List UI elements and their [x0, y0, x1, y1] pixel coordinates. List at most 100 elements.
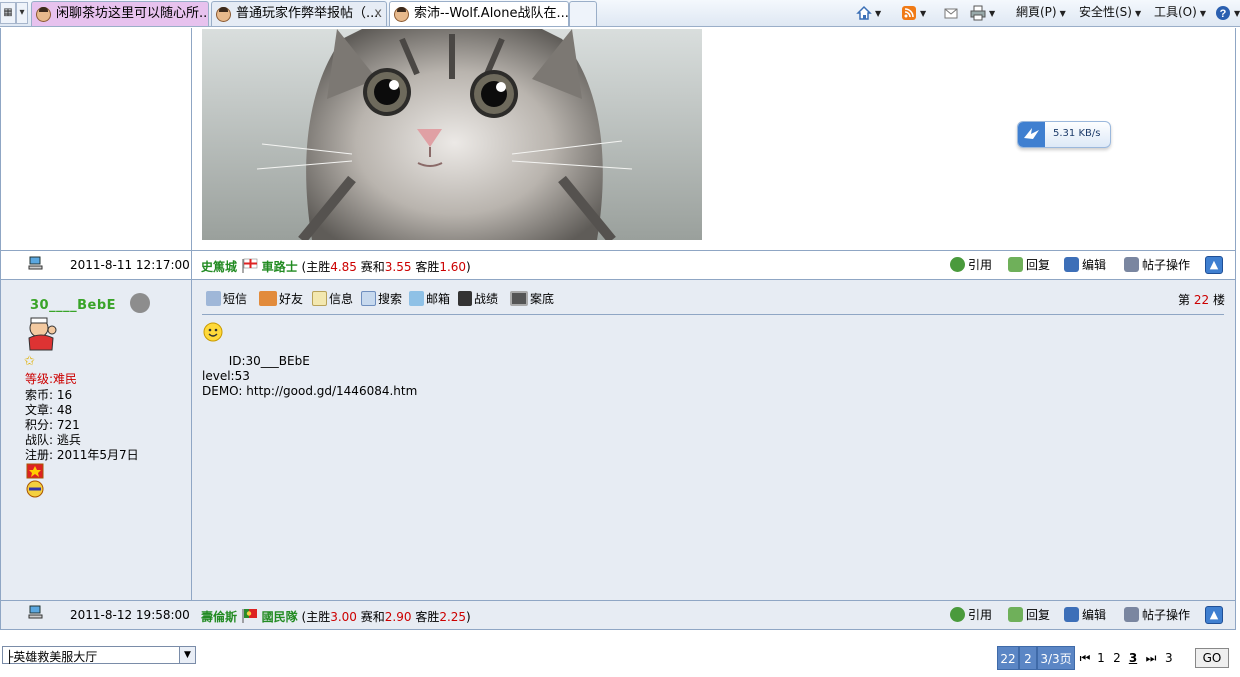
mail-button[interactable] — [943, 1, 959, 23]
floor-prefix: 第 — [1178, 293, 1191, 307]
user-face-icon — [394, 7, 409, 22]
reply-label: 回复 — [1026, 258, 1051, 272]
computer-icon — [28, 605, 43, 619]
away-label: 客胜 — [415, 260, 440, 274]
floor-number: 第 22 楼 — [1178, 291, 1225, 308]
pager-page-3[interactable]: 3 — [1127, 646, 1139, 670]
pager-first-button[interactable]: ⏮ — [1077, 646, 1093, 670]
user-face-icon — [216, 7, 231, 22]
tab-1[interactable]: 闲聊茶坊这里可以随心所... — [31, 1, 209, 26]
edit-button[interactable]: 编辑 — [1064, 257, 1106, 273]
toolbar-friend-label: 好友 — [279, 292, 304, 306]
divider — [0, 629, 1236, 630]
download-speed-widget[interactable]: 5.31 KB/s — [1017, 121, 1111, 148]
draw-label: 赛和 — [360, 260, 385, 274]
forum-jump-value: ├英雄救美服大厅 — [6, 650, 98, 664]
post-body — [192, 280, 1235, 600]
print-button[interactable]: ▼ — [970, 1, 995, 23]
history-icon — [510, 291, 528, 306]
pager-pages: 2 — [1019, 646, 1037, 670]
toolbar-mailbox-label: 邮箱 — [426, 292, 451, 306]
chevron-down-icon[interactable]: ▼ — [179, 647, 195, 663]
feeds-button[interactable]: ▼ — [901, 1, 926, 23]
edit-icon — [1064, 607, 1079, 622]
back-to-top-icon[interactable]: ▲ — [1205, 256, 1223, 274]
popeye-avatar[interactable] — [24, 316, 58, 352]
divider — [0, 250, 1236, 251]
quote-button[interactable]: 引用 — [950, 607, 992, 623]
home-odds: 4.85 — [330, 260, 357, 274]
pager-page-2[interactable]: 2 — [1111, 646, 1123, 670]
quick-tabs-button[interactable]: ▦ — [0, 2, 16, 24]
reply-button[interactable]: 回复 — [1008, 607, 1050, 623]
user-points: 积分: 721 — [25, 418, 80, 433]
new-tab-button[interactable] — [569, 1, 597, 26]
home-team: 壽倫斯 — [201, 610, 238, 624]
info-icon — [312, 291, 327, 306]
back-to-top-icon[interactable]: ▲ — [1205, 606, 1223, 624]
tools-menu[interactable]: 工具(O) ▼ — [1154, 1, 1206, 23]
kitten-photo — [202, 29, 702, 240]
points-value: 721 — [56, 418, 80, 432]
england-flag-icon — [242, 258, 258, 273]
pager-jump-input[interactable]: 3 — [1161, 646, 1191, 670]
toolbar-mailbox[interactable]: 邮箱 — [409, 291, 450, 307]
user-registered: 注册: 2011年5月7日 — [25, 448, 139, 463]
page-menu[interactable]: 網頁(P) ▼ — [1016, 1, 1066, 23]
toolbar-history-label: 案底 — [530, 292, 555, 306]
pager-last-button[interactable]: ⏭ — [1143, 646, 1159, 670]
coins-value: 16 — [56, 388, 73, 402]
tab-1-title: 闲聊茶坊这里可以随心所... — [56, 6, 209, 21]
away-odds: 1.60 — [439, 260, 467, 274]
points-label: 积分: — [25, 418, 54, 432]
help-button[interactable]: ? ▼ — [1215, 1, 1240, 23]
mail-icon — [944, 8, 958, 18]
reply-button[interactable]: 回复 — [1008, 257, 1050, 273]
tab-2-title: 普通玩家作弊举报帖（... — [236, 6, 379, 21]
toolbar-history[interactable]: 案底 — [510, 291, 554, 307]
friends-icon — [259, 291, 277, 306]
tab-3[interactable]: 索沛--Wolf.Alone战队在... — [389, 1, 569, 26]
away-label: 客胜 — [415, 610, 440, 624]
quote-button[interactable]: 引用 — [950, 257, 992, 273]
toolbar-search[interactable]: 搜索 — [361, 291, 402, 307]
manage-post-button[interactable]: 帖子操作 — [1124, 607, 1190, 623]
toolbar-info[interactable]: 信息 — [312, 291, 353, 307]
draw-odds: 3.55 — [384, 260, 412, 274]
level-value: 难民 — [53, 372, 78, 386]
away-team: 國民隊 — [261, 610, 298, 624]
svg-text:?: ? — [1220, 8, 1227, 20]
quote-label: 引用 — [968, 258, 993, 272]
toolbar-message[interactable]: 短信 — [206, 291, 247, 307]
reg-label: 注册: — [25, 448, 54, 462]
tab-close-icon[interactable]: x — [374, 2, 382, 26]
browser-tab-strip: ▦ ▾ 闲聊茶坊这里可以随心所... 普通玩家作弊举报帖（... x 索沛--W… — [0, 0, 1240, 27]
safety-menu[interactable]: 安全性(S) ▼ — [1079, 1, 1141, 23]
tab-list-dropdown[interactable]: ▾ — [16, 2, 28, 24]
pager-go-button[interactable]: GO — [1195, 648, 1229, 668]
articles-label: 文章: — [25, 403, 54, 417]
forum-jump-select[interactable]: ├英雄救美服大厅 ▼ — [2, 646, 196, 664]
portugal-flag-icon — [242, 609, 257, 623]
edit-button[interactable]: 编辑 — [1064, 607, 1106, 623]
computer-icon — [28, 256, 43, 270]
home-button[interactable]: ▼ — [856, 1, 881, 23]
post-time: 2011-8-12 19:58:00 — [70, 608, 190, 622]
smiley-icon — [203, 322, 223, 342]
toolbar-message-label: 短信 — [223, 292, 248, 306]
tab-3-title: 索沛--Wolf.Alone战队在... — [414, 6, 569, 21]
username[interactable]: 30____BebE — [30, 298, 116, 313]
rank-star-icon: ✩ — [24, 354, 35, 369]
table-border-right — [1235, 28, 1236, 630]
print-icon — [970, 5, 986, 20]
tab-2[interactable]: 普通玩家作弊举报帖（... x — [211, 1, 387, 26]
odds-open: (主胜 — [301, 610, 331, 624]
toolbar-record[interactable]: 战绩 — [458, 291, 498, 307]
away-odds: 2.25 — [439, 610, 467, 624]
pager-page-1[interactable]: 1 — [1095, 646, 1107, 670]
manage-post-button[interactable]: 帖子操作 — [1124, 257, 1190, 273]
toolbar-friend[interactable]: 好友 — [259, 291, 303, 307]
level-label: 等级: — [25, 372, 54, 386]
reply-icon — [1008, 607, 1023, 622]
pager-total: 22 — [997, 646, 1019, 670]
